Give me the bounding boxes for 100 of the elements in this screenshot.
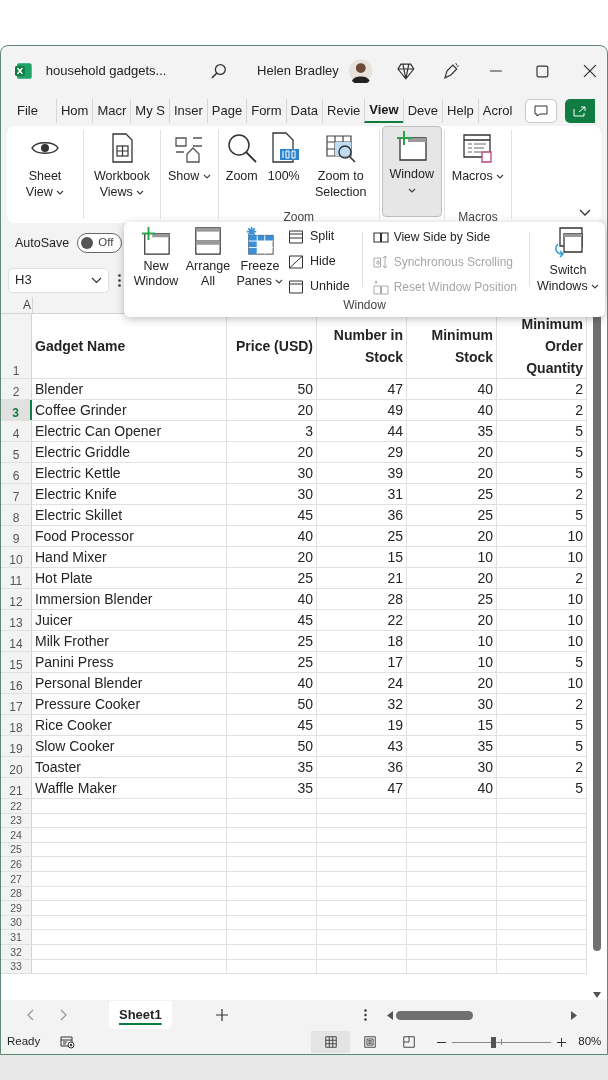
table-cell: 43 xyxy=(387,737,403,756)
ribbon-tab[interactable]: Page xyxy=(206,99,247,123)
row-number[interactable]: 16 xyxy=(1,673,32,693)
sheet-tab[interactable]: Sheet1 xyxy=(109,1001,172,1029)
table-cell: 17 xyxy=(387,653,403,672)
row-number[interactable]: 19 xyxy=(1,736,32,756)
table-cell: Electric Griddle xyxy=(35,443,130,462)
diamond-icon[interactable] xyxy=(397,62,415,80)
row-number[interactable]: 3 xyxy=(1,400,32,420)
more-icon[interactable] xyxy=(118,273,121,287)
table-cell: 24 xyxy=(387,674,403,693)
row-number[interactable]: 20 xyxy=(1,757,32,777)
new-window-button[interactable]: New Window xyxy=(130,226,182,298)
table-cell: 28 xyxy=(387,590,403,609)
row-number[interactable]: 29 xyxy=(1,901,32,915)
next-sheet-icon[interactable] xyxy=(59,1009,67,1021)
zoom-in-icon[interactable] xyxy=(557,1037,567,1047)
previous-sheet-icon[interactable] xyxy=(27,1009,35,1021)
search-icon[interactable] xyxy=(210,62,229,80)
row-number[interactable]: 8 xyxy=(1,505,32,525)
table-cell: 2 xyxy=(575,401,583,420)
view-button[interactable] xyxy=(311,1031,351,1053)
table-cell: 20 xyxy=(477,464,493,483)
ribbon-button[interactable]: Zoom xyxy=(220,130,263,210)
side-by-side-button[interactable]: View Side by Side xyxy=(372,226,517,247)
freeze-panes-button[interactable]: Freeze Panes xyxy=(234,226,286,298)
user-name[interactable]: Helen Bradley xyxy=(257,61,339,81)
table-cell: 36 xyxy=(387,506,403,525)
ribbon-tab[interactable]: Revie xyxy=(322,99,365,123)
zoom-slider-thumb[interactable] xyxy=(490,1036,496,1048)
table-cell: Hand Mixer xyxy=(35,548,107,567)
ribbon-button[interactable]: Show xyxy=(163,130,216,210)
ribbon-tab[interactable]: Help xyxy=(442,99,478,123)
name-box[interactable]: H3 xyxy=(8,267,109,293)
pen-icon[interactable] xyxy=(442,62,460,80)
row-number[interactable]: 31 xyxy=(1,930,32,944)
row-number[interactable]: 9 xyxy=(1,526,32,546)
ribbon-button[interactable]: Macros xyxy=(446,130,510,210)
row-number[interactable]: 11 xyxy=(1,568,32,588)
row-number[interactable]: 24 xyxy=(1,828,32,842)
ribbon-tab[interactable]: View xyxy=(364,99,403,123)
table-cell: 50 xyxy=(297,737,313,756)
accessibility-icon[interactable] xyxy=(60,1035,76,1049)
scroll-right-icon[interactable] xyxy=(570,1010,577,1020)
ribbon-tab[interactable]: My S xyxy=(130,99,169,123)
row-number[interactable]: 12 xyxy=(1,589,32,609)
switch-windows-button[interactable]: Switch Windows xyxy=(534,226,602,298)
ribbon-button[interactable]: Zoom to Selection xyxy=(304,130,377,210)
scroll-down-icon[interactable] xyxy=(593,992,601,998)
add-sheet-icon[interactable] xyxy=(215,1009,228,1021)
row-number[interactable]: 17 xyxy=(1,694,32,714)
ribbon-tab[interactable]: Acrol xyxy=(477,99,517,123)
unhide-button[interactable]: Unhide xyxy=(288,276,350,297)
ribbon-button[interactable]: Sheet View xyxy=(9,130,81,210)
ribbon-button[interactable]: Window xyxy=(381,126,442,217)
row-number[interactable]: 13 xyxy=(1,610,32,630)
share-button[interactable] xyxy=(565,99,595,123)
arrange-all-button[interactable]: Arrange All xyxy=(182,226,234,298)
more-icon[interactable] xyxy=(363,1009,367,1021)
autosave-label: AutoSave xyxy=(15,234,70,252)
table-cell: 29 xyxy=(387,443,403,462)
row-number[interactable]: 4 xyxy=(1,421,32,441)
ribbon-tab[interactable]: Form xyxy=(246,99,286,123)
row-number[interactable]: 10 xyxy=(1,547,32,567)
row-number[interactable]: 26 xyxy=(1,857,32,871)
row-number[interactable]: 22 xyxy=(1,799,32,813)
ribbon-tab[interactable]: Macr xyxy=(92,99,131,123)
row-number[interactable]: 15 xyxy=(1,652,32,672)
row-number[interactable]: 5 xyxy=(1,442,32,462)
row-number[interactable]: 14 xyxy=(1,631,32,651)
row-number[interactable]: 6 xyxy=(1,463,32,483)
row-number[interactable]: 2 xyxy=(1,379,32,399)
comments-button[interactable] xyxy=(525,99,557,123)
ribbon-tab[interactable]: Hom xyxy=(55,99,93,123)
horizontal-scrollbar-thumb[interactable] xyxy=(395,1010,473,1020)
row-number[interactable]: 18 xyxy=(1,715,32,735)
ribbon-button[interactable]: Workbook Views xyxy=(86,130,158,210)
split-button[interactable]: Split xyxy=(288,226,350,247)
ribbon-tab[interactable]: Deve xyxy=(402,99,442,123)
close-icon[interactable] xyxy=(583,64,597,78)
ribbon-tab[interactable]: Data xyxy=(285,99,322,123)
row-number[interactable]: 21 xyxy=(1,778,32,798)
chevron-down-icon xyxy=(91,276,102,284)
maximize-icon[interactable] xyxy=(536,64,550,78)
row-number[interactable]: 7 xyxy=(1,484,32,504)
scroll-left-icon[interactable] xyxy=(386,1010,393,1020)
table-cell: 30 xyxy=(477,695,493,714)
ribbon-tab[interactable]: Inser xyxy=(168,99,207,123)
avatar-icon[interactable] xyxy=(348,59,373,83)
row-number[interactable]: 1 xyxy=(1,314,32,378)
ribbon-button[interactable]: 100% xyxy=(262,130,305,210)
ribbon-tab[interactable]: File xyxy=(13,99,42,123)
autosave-toggle[interactable]: Off xyxy=(77,233,123,253)
table-cell: 2 xyxy=(575,569,583,588)
table-cell: 35 xyxy=(477,422,493,441)
collapse-ribbon-icon[interactable] xyxy=(579,209,591,217)
hide-button[interactable]: Hide xyxy=(288,251,350,272)
zoom-level[interactable]: 80% xyxy=(578,1033,602,1051)
column-header[interactable]: A xyxy=(23,297,33,313)
table-cell: 5 xyxy=(575,506,583,525)
